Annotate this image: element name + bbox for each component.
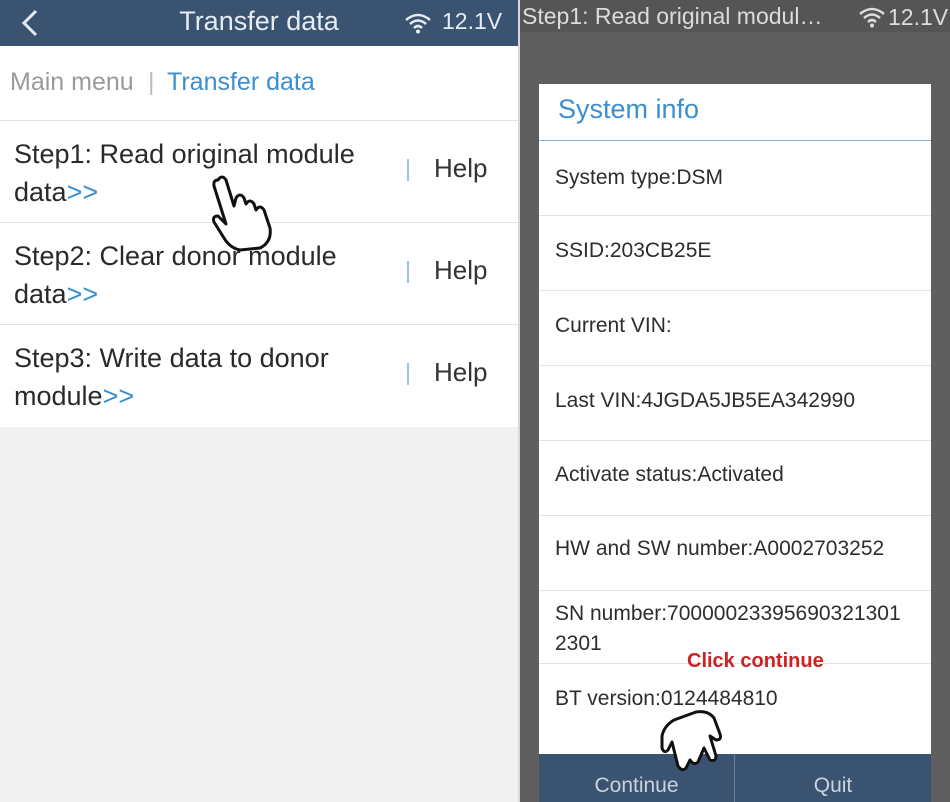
system-info-dialog: System info System type:DSM SSID:203CB25… (539, 84, 931, 802)
step-arrow: >> (66, 279, 99, 309)
wifi-icon (405, 13, 431, 34)
dialog-button-bar: Continue Quit (539, 754, 931, 802)
step-divider (407, 159, 409, 181)
page-title: Transfer data (179, 6, 339, 36)
info-row-system-type: System type:DSM (539, 141, 931, 216)
voltage-readout: 12.1V (442, 8, 503, 34)
wifi-icon (859, 7, 885, 28)
info-row-bt-version: BT version:0124484810 (555, 687, 778, 710)
step-item-write-donor[interactable]: Step3: Write data to donor module>> Help (0, 324, 518, 427)
quit-button[interactable]: Quit (735, 754, 931, 802)
breadcrumb-current: Transfer data (167, 68, 315, 96)
help-button[interactable]: Help (434, 153, 487, 184)
info-row-current-vin: Current VIN: (539, 291, 931, 366)
top-bar: Transfer data 12.1V (0, 0, 518, 46)
breadcrumb-main-menu[interactable]: Main menu (10, 68, 134, 97)
step-label: Step3: Write data to donor module>> (14, 343, 329, 411)
dialog-title-bar: System info (539, 84, 931, 141)
page-title: Step1: Read original modul… (522, 3, 823, 29)
system-info-screen: Step1: Read original modul… 12.1V System… (520, 0, 950, 802)
info-row-activate-status: Activate status:Activated (539, 441, 931, 516)
breadcrumb: Main menu | Transfer data (0, 46, 518, 120)
info-row-last-vin: Last VIN:4JGDA5JB5EA342990 (539, 366, 931, 441)
pointing-hand-icon (212, 175, 272, 252)
step-divider (407, 261, 409, 283)
breadcrumb-separator: | (148, 68, 155, 96)
annotation-text: Click continue (687, 650, 824, 672)
pointing-hand-icon (660, 710, 722, 772)
info-row-ssid: SSID:203CB25E (539, 216, 931, 291)
transfer-data-screen: Transfer data 12.1V Main menu | Transfer… (0, 0, 518, 802)
help-button[interactable]: Help (434, 255, 487, 286)
help-button[interactable]: Help (434, 357, 487, 388)
step-arrow: >> (66, 177, 99, 207)
voltage-readout: 12.1V (888, 4, 949, 30)
step-divider (407, 363, 409, 385)
dialog-title: System info (558, 94, 700, 124)
info-row-hw-sw-number: HW and SW number:A0002703252 (539, 516, 931, 591)
step-arrow: >> (102, 381, 135, 411)
top-bar: Step1: Read original modul… 12.1V (520, 0, 950, 32)
